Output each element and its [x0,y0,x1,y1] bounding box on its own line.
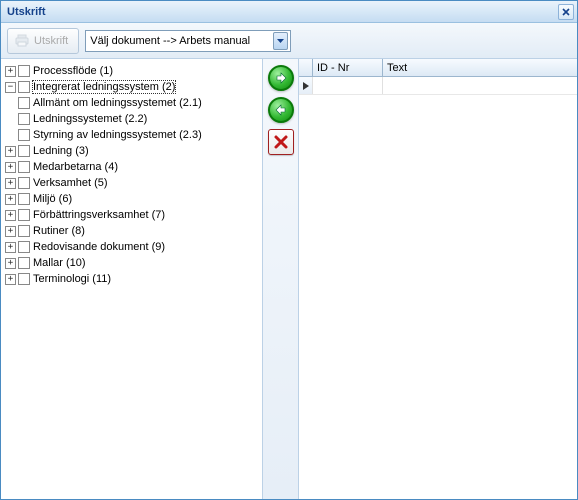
tree-node[interactable]: + Redovisande dokument (9) [3,239,260,255]
tree-node[interactable]: Allmänt om ledningssystemet (2.1) [3,95,260,111]
print-window: Utskrift Utskrift Välj dokument --> Arbe… [0,0,578,500]
expand-icon[interactable]: + [5,226,16,237]
expand-icon[interactable]: + [5,194,16,205]
add-button[interactable] [268,65,294,91]
tree-node-label[interactable]: Mallar (10) [32,257,87,269]
expand-icon[interactable]: + [5,210,16,221]
tree-node-label[interactable]: Styrning av ledningssystemet (2.3) [32,129,203,141]
tree-checkbox[interactable] [18,193,30,205]
tree-node[interactable]: + Terminologi (11) [3,271,260,287]
tree-node[interactable]: + Förbättringsverksamhet (7) [3,207,260,223]
tree-checkbox[interactable] [18,129,30,141]
print-button-label: Utskrift [34,35,68,47]
tree-node-label[interactable]: Förbättringsverksamhet (7) [32,209,166,221]
dropdown-arrow[interactable] [273,32,288,50]
expand-icon[interactable]: + [5,274,16,285]
table-row[interactable] [299,77,577,95]
grid-header-rowselector[interactable] [299,59,313,76]
collapse-icon[interactable]: − [5,82,16,93]
dropdown-value: Välj dokument --> Arbets manual [90,35,250,47]
current-row-icon [303,82,309,90]
action-pane [263,59,299,499]
tree-node-label[interactable]: Redovisande dokument (9) [32,241,166,253]
grid-header-id[interactable]: ID - Nr [313,59,383,76]
expand-icon[interactable]: + [5,258,16,269]
row-indicator[interactable] [299,77,313,94]
arrow-right-icon [274,71,288,85]
tree-node[interactable]: + Mallar (10) [3,255,260,271]
tree-node[interactable]: + Miljö (6) [3,191,260,207]
expand-icon [5,130,16,141]
tree-node-label[interactable]: Ledningssystemet (2.2) [32,113,148,125]
tree-checkbox[interactable] [18,257,30,269]
tree-node-label[interactable]: Terminologi (11) [32,273,112,285]
tree-node-label[interactable]: Verksamhet (5) [32,177,109,189]
grid-header: ID - Nr Text [299,59,577,77]
tree-node-label[interactable]: Integrerat ledningssystem (2) [32,80,176,94]
tree-node-label[interactable]: Rutiner (8) [32,225,86,237]
chevron-down-icon [277,39,284,43]
tree-node-label[interactable]: Allmänt om ledningssystemet (2.1) [32,97,203,109]
expand-icon[interactable]: + [5,242,16,253]
tree-node[interactable]: + Medarbetarna (4) [3,159,260,175]
tree-node[interactable]: − Integrerat ledningssystem (2) [3,79,260,95]
expand-icon[interactable]: + [5,66,16,77]
tree-checkbox[interactable] [18,97,30,109]
remove-button[interactable] [268,97,294,123]
arrow-left-icon [274,103,288,117]
tree-checkbox[interactable] [18,241,30,253]
grid-header-text[interactable]: Text [383,59,577,76]
tree-checkbox[interactable] [18,177,30,189]
tree-checkbox[interactable] [18,113,30,125]
body: + Processflöde (1) − Integrerat ledningssys… [1,59,577,499]
close-button[interactable] [558,4,574,20]
tree-checkbox[interactable] [18,225,30,237]
tree-node[interactable]: + Rutiner (8) [3,223,260,239]
cell-id[interactable] [313,77,383,94]
expand-icon [5,114,16,125]
expand-icon[interactable]: + [5,162,16,173]
tree-node-label[interactable]: Processflöde (1) [32,65,114,77]
document-dropdown[interactable]: Välj dokument --> Arbets manual [85,30,291,52]
tree-checkbox[interactable] [18,81,30,93]
titlebar: Utskrift [1,1,577,23]
x-icon [273,134,289,150]
grid-body[interactable] [299,77,577,499]
tree-checkbox[interactable] [18,273,30,285]
tree-checkbox[interactable] [18,65,30,77]
close-icon [562,8,570,16]
print-button[interactable]: Utskrift [7,28,79,54]
tree-node[interactable]: + Verksamhet (5) [3,175,260,191]
expand-icon[interactable]: + [5,178,16,189]
tree-pane[interactable]: + Processflöde (1) − Integrerat ledningssys… [1,59,263,499]
delete-button[interactable] [268,129,294,155]
toolbar: Utskrift Välj dokument --> Arbets manual [1,23,577,59]
grid-pane: ID - Nr Text [299,59,577,499]
tree-node-label[interactable]: Ledning (3) [32,145,90,157]
expand-icon[interactable]: + [5,146,16,157]
expand-icon [5,98,16,109]
document-tree[interactable]: + Processflöde (1) − Integrerat ledningssys… [3,63,260,287]
tree-node[interactable]: + Processflöde (1) [3,63,260,79]
tree-checkbox[interactable] [18,145,30,157]
tree-node[interactable]: Styrning av ledningssystemet (2.3) [3,127,260,143]
tree-checkbox[interactable] [18,209,30,221]
cell-text[interactable] [383,77,577,94]
printer-icon [14,33,30,49]
tree-checkbox[interactable] [18,161,30,173]
tree-node-label[interactable]: Miljö (6) [32,193,73,205]
window-title: Utskrift [7,6,46,18]
tree-node[interactable]: Ledningssystemet (2.2) [3,111,260,127]
tree-node[interactable]: + Ledning (3) [3,143,260,159]
tree-node-label[interactable]: Medarbetarna (4) [32,161,119,173]
